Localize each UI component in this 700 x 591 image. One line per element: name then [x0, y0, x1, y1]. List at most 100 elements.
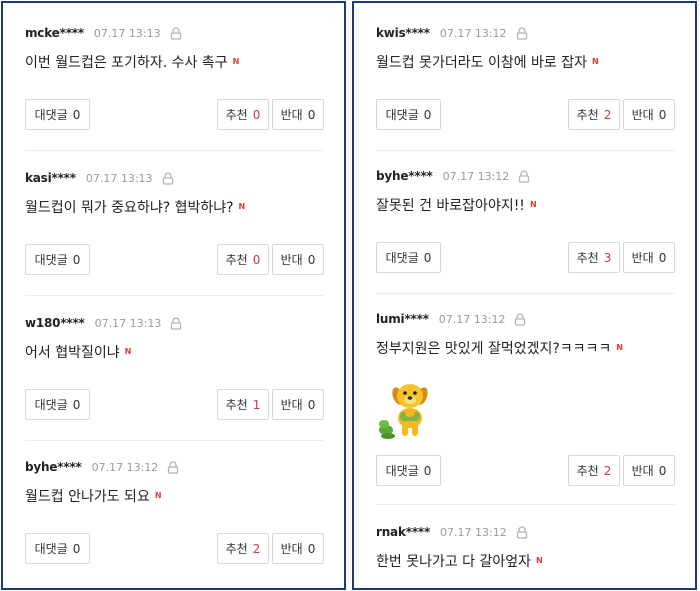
upvote-count: 2	[603, 463, 612, 478]
reply-count: 0	[72, 397, 81, 412]
reply-button[interactable]: 대댓글 0	[376, 99, 441, 130]
upvote-label: 추천	[225, 542, 248, 556]
upvote-button[interactable]: 추천 2	[217, 533, 269, 564]
comment-meta: kwis**** 07.17 13:12	[376, 25, 528, 41]
reply-button[interactable]: 대댓글 0	[25, 244, 90, 275]
comment-divider	[25, 295, 324, 296]
comment-text: 정부지원은 맛있게 잘먹었겠지?ㅋㅋㅋㅋ N	[376, 338, 623, 358]
dog-sticker-icon	[379, 384, 428, 439]
reply-button[interactable]: 대댓글 0	[25, 533, 90, 564]
downvote-button[interactable]: 반대 0	[623, 455, 675, 486]
new-badge-icon: N	[124, 347, 132, 356]
lock-icon[interactable]	[518, 169, 530, 183]
downvote-count: 0	[658, 463, 667, 478]
comment-item: byhe**** 07.17 13:12 잘못된 건 바로잡아야지!! N 대댓…	[376, 168, 675, 294]
new-badge-icon: N	[232, 57, 240, 66]
comment-meta: byhe**** 07.17 13:12	[376, 168, 530, 184]
upvote-count: 2	[252, 541, 261, 556]
comment-text: 한번 못나가고 다 갈아엎자 N	[376, 551, 543, 571]
comment-timestamp: 07.17 13:12	[440, 525, 507, 539]
comment-item: w180**** 07.17 13:13 어서 협박질이냐 N 대댓글 0 추천 1…	[25, 315, 324, 441]
left-comment-panel: mcke**** 07.17 13:13 이번 월드컵은 포기하자. 수사 촉구…	[1, 1, 346, 590]
lock-icon[interactable]	[516, 525, 528, 539]
upvote-count: 0	[252, 252, 261, 267]
comment-divider	[376, 150, 675, 151]
reply-count: 0	[423, 250, 432, 265]
reply-label: 대댓글	[34, 108, 68, 122]
comment-nickname[interactable]: kwis****	[376, 26, 430, 40]
comment-nickname[interactable]: rnak****	[376, 525, 430, 539]
comment-text: 월드컵 안나가도 되요 N	[25, 486, 162, 506]
comment-meta: lumi**** 07.17 13:12	[376, 311, 526, 327]
reply-button[interactable]: 대댓글 0	[376, 455, 441, 486]
new-badge-icon: N	[238, 202, 246, 211]
reply-button[interactable]: 대댓글 0	[376, 242, 441, 273]
downvote-label: 반대	[280, 108, 303, 122]
comment-nickname[interactable]: mcke****	[25, 26, 84, 40]
comment-item: kasi**** 07.17 13:13 월드컵이 뭐가 중요하냐? 협박하냐?…	[25, 170, 324, 296]
comment-meta: mcke**** 07.17 13:13	[25, 25, 182, 41]
new-badge-icon: N	[536, 556, 543, 565]
lock-icon[interactable]	[514, 312, 526, 326]
comment-text: 월드컵 못가더라도 이참에 바로 잡자 N	[376, 52, 599, 72]
upvote-button[interactable]: 추천 0	[217, 244, 269, 275]
upvote-button[interactable]: 추천 0	[217, 99, 269, 130]
reply-count: 0	[423, 463, 432, 478]
reply-button[interactable]: 대댓글 0	[25, 389, 90, 420]
downvote-label: 반대	[631, 251, 654, 265]
comment-divider	[25, 150, 324, 151]
comment-nickname[interactable]: byhe****	[376, 169, 433, 183]
downvote-button[interactable]: 반대 0	[623, 242, 675, 273]
comment-body: 월드컵 못가더라도 이참에 바로 잡자	[376, 55, 587, 71]
comment-divider	[376, 504, 675, 505]
downvote-button[interactable]: 반대 0	[623, 99, 675, 130]
upvote-button[interactable]: 추천 3	[568, 242, 620, 273]
downvote-label: 반대	[280, 542, 303, 556]
comment-meta: w180**** 07.17 13:13	[25, 315, 182, 331]
upvote-count: 3	[603, 250, 612, 265]
comment-timestamp: 07.17 13:13	[93, 26, 161, 40]
comment-timestamp: 07.17 13:12	[91, 460, 159, 474]
comment-timestamp: 07.17 13:13	[85, 171, 153, 185]
downvote-count: 0	[658, 107, 667, 122]
comment-nickname[interactable]: byhe****	[25, 460, 82, 474]
downvote-button[interactable]: 반대 0	[272, 99, 324, 130]
reply-count: 0	[72, 107, 81, 122]
downvote-button[interactable]: 반대 0	[272, 389, 324, 420]
lock-icon[interactable]	[167, 460, 179, 474]
lock-icon[interactable]	[162, 171, 174, 185]
comment-text: 잘못된 건 바로잡아야지!! N	[376, 195, 537, 215]
upvote-label: 추천	[225, 253, 248, 267]
upvote-label: 추천	[576, 108, 599, 122]
upvote-count: 1	[252, 397, 261, 412]
comment-nickname[interactable]: lumi****	[376, 312, 429, 326]
reply-label: 대댓글	[34, 398, 68, 412]
reply-label: 대댓글	[385, 108, 419, 122]
comment-item: byhe**** 07.17 13:12 월드컵 안나가도 되요 N 대댓글 0 …	[25, 459, 324, 585]
upvote-button[interactable]: 추천 2	[568, 99, 620, 130]
downvote-count: 0	[307, 541, 316, 556]
comment-meta: rnak**** 07.17 13:12	[376, 524, 528, 540]
upvote-label: 추천	[576, 251, 599, 265]
lock-icon[interactable]	[170, 316, 182, 330]
upvote-button[interactable]: 추천 2	[568, 455, 620, 486]
downvote-button[interactable]: 반대 0	[272, 533, 324, 564]
comment-nickname[interactable]: w180****	[25, 316, 85, 330]
downvote-label: 반대	[631, 464, 654, 478]
new-badge-icon: N	[154, 491, 162, 500]
reply-button[interactable]: 대댓글 0	[25, 99, 90, 130]
comment-body: 이번 월드컵은 포기하자. 수사 촉구	[25, 55, 228, 71]
comment-divider	[25, 440, 324, 441]
downvote-count: 0	[307, 107, 316, 122]
reply-count: 0	[72, 541, 81, 556]
comment-nickname[interactable]: kasi****	[25, 171, 76, 185]
comment-text: 이번 월드컵은 포기하자. 수사 촉구 N	[25, 52, 239, 72]
lock-icon[interactable]	[170, 26, 182, 40]
comment-body: 정부지원은 맛있게 잘먹었겠지?ㅋㅋㅋㅋ	[376, 341, 612, 357]
downvote-button[interactable]: 반대 0	[272, 244, 324, 275]
comment-item: mcke**** 07.17 13:13 이번 월드컵은 포기하자. 수사 촉구…	[25, 25, 324, 151]
lock-icon[interactable]	[516, 26, 528, 40]
comment-body: 월드컵 안나가도 되요	[25, 489, 150, 505]
comment-item: rnak**** 07.17 13:12 한번 못나가고 다 갈아엎자 N	[376, 524, 675, 584]
upvote-button[interactable]: 추천 1	[217, 389, 269, 420]
